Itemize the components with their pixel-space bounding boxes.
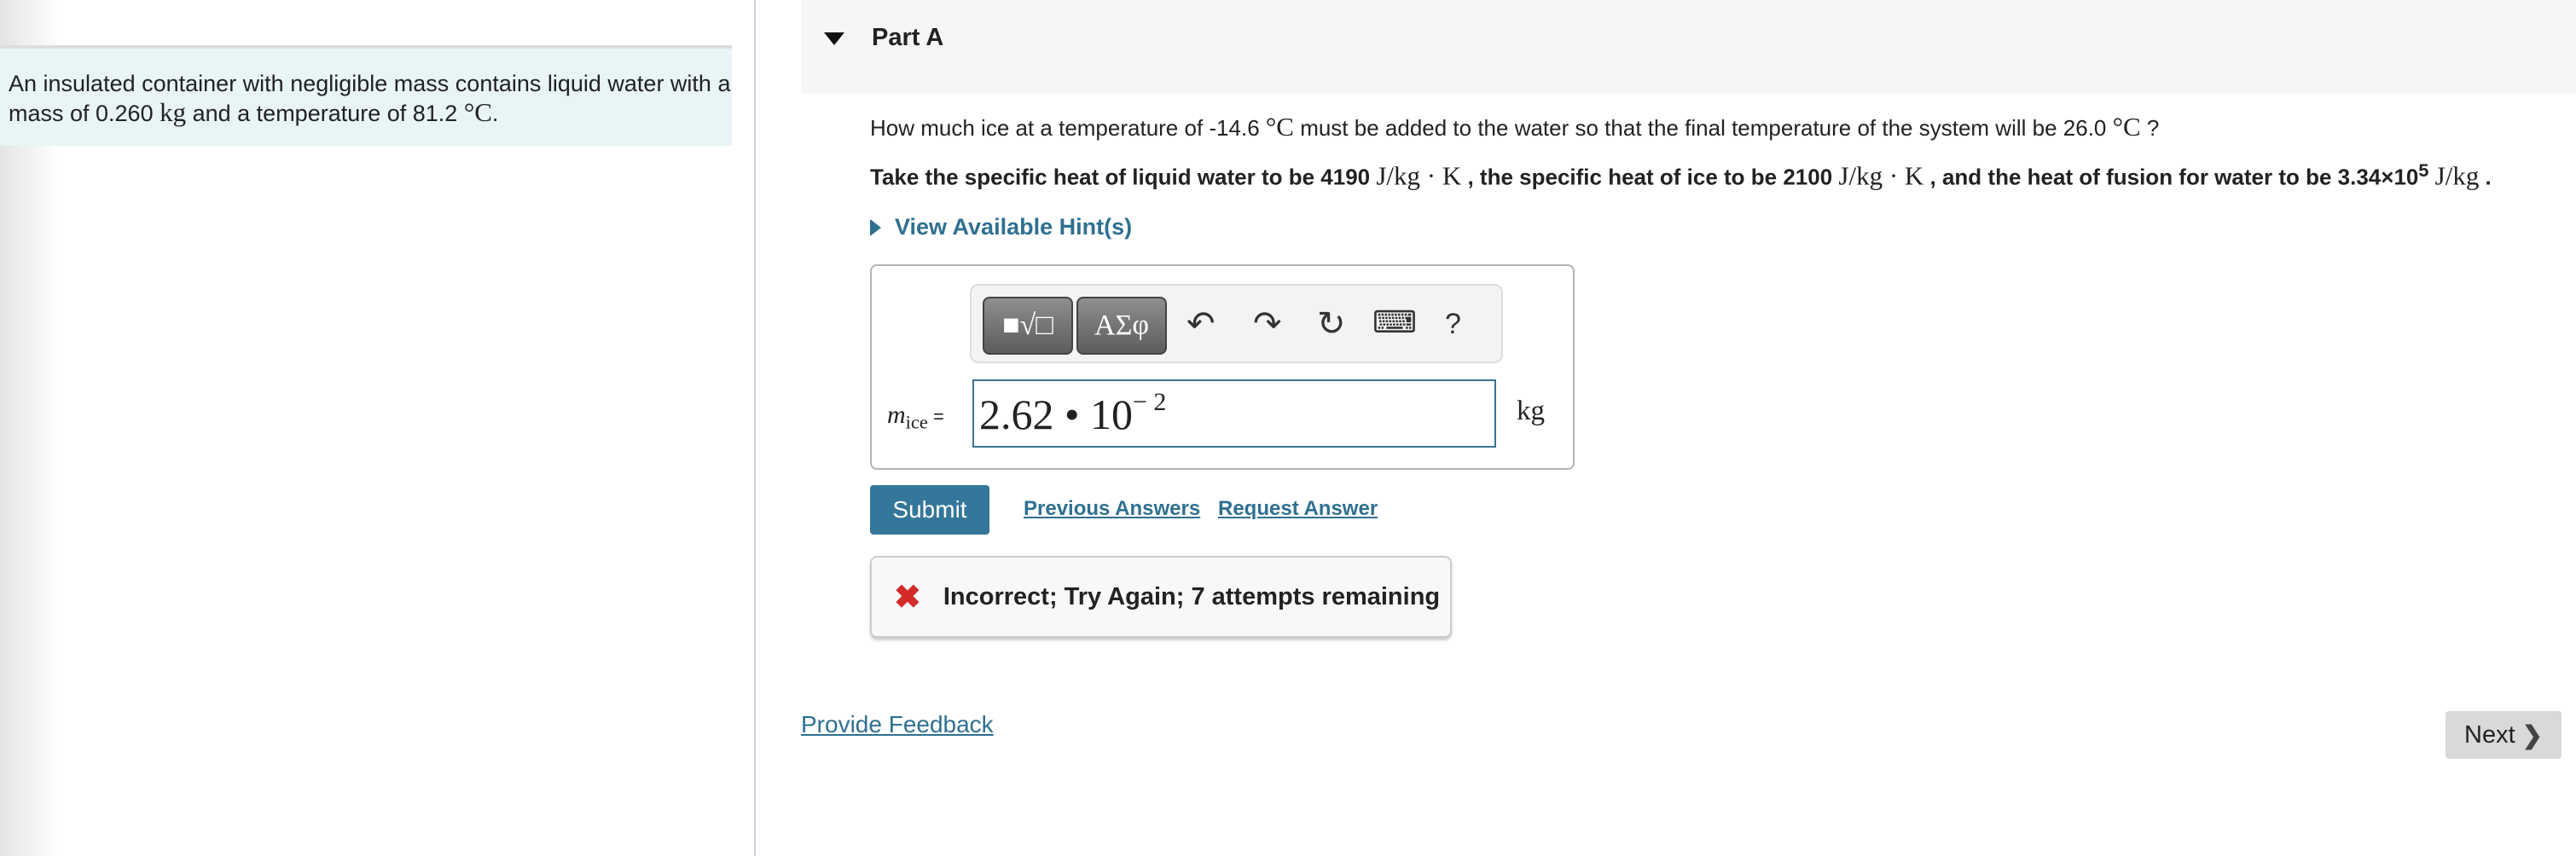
reset-icon[interactable]: ↻ bbox=[1317, 304, 1346, 344]
collapse-triangle-icon[interactable] bbox=[824, 32, 844, 45]
given-constants: Take the specific heat of liquid water t… bbox=[870, 159, 2492, 192]
view-hints-toggle[interactable]: View Available Hint(s) bbox=[870, 214, 1132, 240]
answer-variable-label: mice = bbox=[887, 401, 944, 433]
next-label: Next bbox=[2464, 720, 2515, 749]
var-sub: ice bbox=[905, 411, 928, 433]
q-text: , the specific heat of ice to be 2100 bbox=[1461, 164, 1839, 190]
panel-divider bbox=[754, 0, 756, 856]
help-icon[interactable]: ? bbox=[1445, 308, 1461, 341]
previous-answers-link[interactable]: Previous Answers bbox=[1024, 497, 1200, 521]
request-answer-link[interactable]: Request Answer bbox=[1218, 497, 1378, 521]
var-m: m bbox=[887, 401, 906, 429]
q-text: Take the specific heat of liquid water t… bbox=[870, 164, 1377, 190]
incorrect-x-icon: ✖ bbox=[894, 579, 921, 616]
next-button[interactable]: Next ❯ bbox=[2445, 711, 2561, 759]
answer-mantissa: 2.62 • 10 bbox=[979, 390, 1134, 438]
unit-j-kg-k: J/kg · K bbox=[1376, 160, 1462, 191]
question-text: How much ice at a temperature of -14.6 °… bbox=[870, 112, 2159, 142]
unit-celsius: °C bbox=[1265, 112, 1294, 142]
q-text: , and the heat of fusion for water to be… bbox=[1923, 164, 2419, 190]
intro-text: and a temperature of 81.2 bbox=[186, 101, 464, 126]
unit-celsius: °C bbox=[2112, 112, 2141, 142]
undo-icon[interactable]: ↶ bbox=[1186, 304, 1215, 344]
problem-intro: An insulated container with negligible m… bbox=[0, 45, 732, 146]
chevron-right-icon: ❯ bbox=[2521, 721, 2543, 749]
answer-exponent: − 2 bbox=[1133, 388, 1167, 416]
feedback-text: Incorrect; Try Again; 7 attempts remaini… bbox=[943, 582, 1441, 610]
part-header[interactable] bbox=[801, 0, 2576, 94]
math-toolbar: ■√□ ΑΣφ ↶ ↷ ↻ ⌨ ? bbox=[970, 284, 1503, 363]
unit-j-kg-k: J/kg · K bbox=[1838, 160, 1924, 191]
equals: = bbox=[927, 406, 944, 427]
hints-label: View Available Hint(s) bbox=[895, 214, 1133, 240]
intro-text: . bbox=[491, 101, 499, 126]
templates-button[interactable]: ■√□ bbox=[983, 297, 1073, 355]
unit-j-kg: J/kg bbox=[2434, 160, 2480, 191]
answer-input[interactable]: 2.62 • 10− 2 bbox=[972, 379, 1496, 448]
expand-triangle-icon bbox=[870, 218, 881, 236]
keyboard-icon[interactable]: ⌨ bbox=[1372, 304, 1417, 340]
answer-unit: kg bbox=[1517, 396, 1545, 426]
greek-symbols-button[interactable]: ΑΣφ bbox=[1076, 297, 1167, 355]
redo-icon[interactable]: ↷ bbox=[1253, 304, 1282, 344]
exponent: 5 bbox=[2418, 159, 2429, 181]
unit-celsius: °C bbox=[463, 97, 492, 127]
q-text: How much ice at a temperature of -14.6 bbox=[870, 115, 1266, 141]
unit-kg: kg bbox=[160, 97, 187, 127]
feedback-message: ✖ Incorrect; Try Again; 7 attempts remai… bbox=[870, 556, 1452, 638]
provide-feedback-link[interactable]: Provide Feedback bbox=[801, 711, 994, 738]
q-text: ? bbox=[2140, 115, 2160, 141]
q-text: must be added to the water so that the f… bbox=[1293, 115, 2113, 141]
submit-button[interactable]: Submit bbox=[870, 485, 989, 535]
q-text: . bbox=[2479, 164, 2492, 190]
part-title: Part A bbox=[872, 24, 944, 51]
